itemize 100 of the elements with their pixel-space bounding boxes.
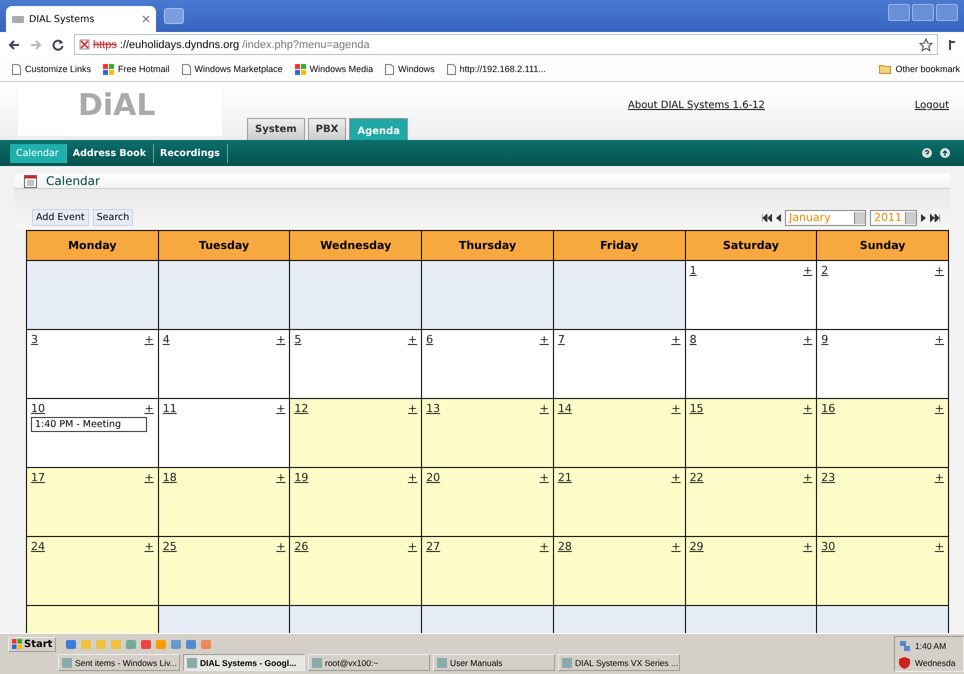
module-tab[interactable]: System	[247, 118, 305, 140]
forward-icon[interactable]	[30, 38, 42, 50]
taskbar-window-button[interactable]: DIAL Systems - Googl...	[183, 654, 305, 671]
next-icon[interactable]	[921, 214, 926, 222]
day-link[interactable]: 15	[690, 402, 704, 415]
toolbar-button[interactable]: Add Event	[32, 209, 89, 226]
quick-launch-icon[interactable]	[155, 638, 168, 650]
taskbar-window-button[interactable]: root@vx100:~	[308, 654, 430, 671]
add-event-link[interactable]: +	[671, 540, 681, 553]
add-event-link[interactable]: +	[540, 540, 549, 553]
day-link[interactable]: 18	[162, 471, 177, 484]
day-link[interactable]: 6	[426, 333, 434, 346]
add-event-link[interactable]: +	[934, 333, 944, 346]
day-link[interactable]: 7	[558, 333, 565, 346]
minimize-button[interactable]	[888, 4, 910, 21]
day-link[interactable]: 11	[162, 402, 177, 415]
day-link[interactable]: 14	[558, 402, 572, 415]
quick-launch-icon[interactable]	[125, 638, 138, 650]
nav-item[interactable]: Recordings	[154, 144, 228, 162]
logout-link[interactable]: Logout	[914, 100, 949, 111]
bookmark-link[interactable]: Windows Marketplace	[182, 64, 283, 74]
about-link[interactable]: About DIAL Systems 1.6-12	[628, 100, 765, 111]
quick-launch-icon[interactable]	[170, 638, 182, 650]
add-event-link[interactable]: +	[671, 402, 681, 415]
star-icon[interactable]	[919, 38, 933, 52]
add-event-link[interactable]: +	[934, 402, 944, 415]
add-event-link[interactable]: +	[934, 264, 944, 277]
close-icon[interactable]	[142, 15, 150, 23]
add-event-link[interactable]: +	[144, 402, 154, 415]
day-link[interactable]: 30	[821, 540, 836, 553]
add-event-link[interactable]: +	[803, 333, 812, 346]
day-link[interactable]: 2	[821, 264, 828, 277]
quick-launch-icon[interactable]	[185, 638, 198, 650]
add-event-link[interactable]: +	[408, 471, 418, 484]
maximize-button[interactable]	[912, 4, 934, 21]
nav-item[interactable]: Address Book	[66, 144, 154, 162]
reload-icon[interactable]	[52, 38, 64, 50]
event-entry[interactable]: 1:40 PM - Meeting	[31, 417, 147, 432]
add-event-link[interactable]: +	[408, 540, 418, 553]
quick-launch-icon[interactable]	[65, 638, 78, 650]
first-page-icon[interactable]	[762, 214, 772, 222]
day-link[interactable]: 27	[426, 540, 440, 553]
new-tab-button[interactable]	[164, 8, 184, 24]
day-link[interactable]: 29	[690, 540, 704, 553]
start-button[interactable]: Start	[8, 636, 56, 652]
add-event-link[interactable]: +	[671, 333, 681, 346]
day-link[interactable]: 4	[162, 333, 170, 346]
quick-launch-icon[interactable]	[140, 638, 152, 650]
bookmark-link[interactable]: Other bookmark	[879, 64, 960, 74]
bookmark-link[interactable]: Windows	[385, 64, 435, 74]
day-link[interactable]: 1	[690, 264, 697, 277]
add-event-link[interactable]: +	[803, 540, 812, 553]
back-icon[interactable]	[8, 38, 20, 50]
browser-tab[interactable]: DIAL Systems	[6, 6, 156, 32]
module-tab[interactable]: PBX	[308, 118, 346, 140]
add-event-link[interactable]: +	[803, 264, 812, 277]
day-link[interactable]: 22	[690, 471, 704, 484]
day-link[interactable]: 8	[690, 333, 697, 346]
add-event-link[interactable]: +	[671, 471, 681, 484]
add-event-link[interactable]: +	[276, 540, 286, 553]
day-link[interactable]: 9	[821, 333, 828, 346]
day-link[interactable]: 20	[426, 471, 440, 484]
day-link[interactable]: 10	[31, 402, 45, 415]
day-link[interactable]: 25	[162, 540, 177, 553]
add-event-link[interactable]: +	[408, 402, 418, 415]
bookmark-link[interactable]: Free Hotmail	[103, 64, 170, 74]
add-event-link[interactable]: +	[144, 540, 154, 553]
day-link[interactable]: 21	[558, 471, 572, 484]
add-event-link[interactable]: +	[276, 402, 286, 415]
day-link[interactable]: 5	[294, 333, 302, 346]
add-event-link[interactable]: +	[540, 471, 549, 484]
bookmark-link[interactable]: Windows Media	[294, 64, 374, 74]
bookmark-link[interactable]: http://192.168.2.111...	[446, 64, 546, 74]
add-event-link[interactable]: +	[144, 333, 154, 346]
add-event-link[interactable]: +	[803, 471, 812, 484]
previous-icon[interactable]	[776, 214, 781, 222]
day-link[interactable]: 16	[821, 402, 836, 415]
day-link[interactable]: 23	[821, 471, 836, 484]
add-event-link[interactable]: +	[934, 540, 944, 553]
add-event-link[interactable]: +	[408, 333, 418, 346]
taskbar-window-button[interactable]: User Manuals	[433, 654, 555, 671]
day-link[interactable]: 24	[31, 540, 45, 553]
network-icon[interactable]	[899, 640, 911, 652]
add-event-link[interactable]: +	[144, 471, 154, 484]
day-link[interactable]: 17	[31, 471, 45, 484]
add-event-link[interactable]: +	[276, 333, 286, 346]
toolbar-button[interactable]: Search	[92, 209, 134, 226]
day-link[interactable]: 3	[31, 333, 38, 346]
taskbar-window-button[interactable]: DIAL Systems VX Series ...	[558, 654, 680, 671]
add-event-link[interactable]: +	[803, 402, 812, 415]
address-field[interactable]: https ://euholidays.dyndns.org /index.php?menu=agenda	[74, 34, 938, 55]
add-event-link[interactable]: +	[934, 471, 944, 484]
shield-icon[interactable]	[899, 656, 910, 668]
add-event-link[interactable]: +	[540, 402, 549, 415]
last-page-icon[interactable]	[930, 214, 940, 222]
add-event-link[interactable]: +	[276, 471, 286, 484]
taskbar-window-button[interactable]: Sent items - Windows Liv...	[58, 654, 180, 671]
day-link[interactable]: 28	[558, 540, 572, 553]
day-link[interactable]: 26	[294, 540, 308, 553]
bookmark-link[interactable]: Customize Links	[12, 64, 92, 74]
